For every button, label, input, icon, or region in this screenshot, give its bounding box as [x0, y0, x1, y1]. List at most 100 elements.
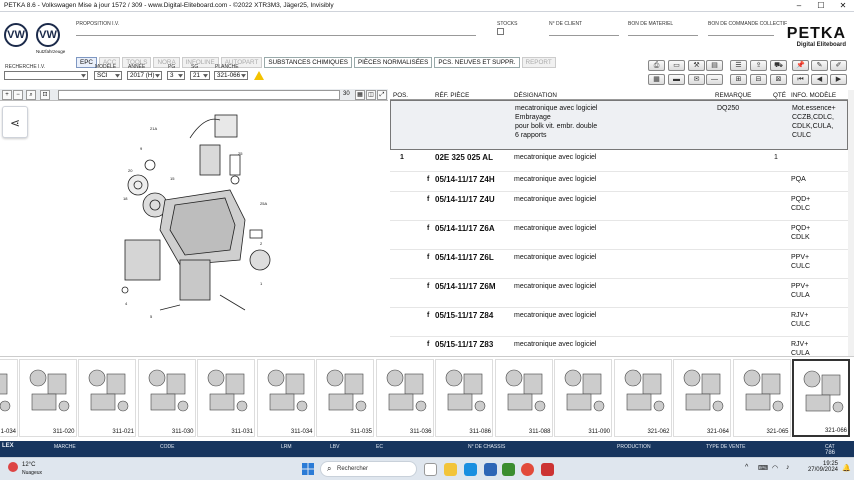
dash-icon[interactable]: —	[706, 74, 723, 85]
image-search-bar[interactable]	[58, 90, 340, 100]
sg-select[interactable]: 21	[190, 71, 210, 80]
thumbnail-311-031[interactable]: 311-031	[197, 359, 255, 437]
volume-icon[interactable]: ♪	[786, 464, 790, 471]
thumbnail-311-090[interactable]: 311-090	[554, 359, 612, 437]
col-designation[interactable]: DÉSIGNATION	[514, 92, 557, 99]
display-icon[interactable]: ▦	[648, 74, 665, 85]
minimize-icon[interactable]: –	[788, 0, 810, 11]
zoom-in-icon[interactable]: +	[2, 90, 12, 100]
table-row[interactable]: 1 02E 325 025 AL mecatronique avec logicie…	[390, 150, 848, 172]
modele-select[interactable]: SCI	[94, 71, 122, 80]
thumbnail-311-086[interactable]: 311-086	[435, 359, 493, 437]
thumbnail-321-066[interactable]: 321-066	[792, 359, 850, 437]
weather-desc[interactable]: Nuageux	[22, 470, 42, 476]
first-page-icon[interactable]: ⏮	[792, 74, 809, 85]
thumbnail-1-034[interactable]: 1-034	[0, 359, 18, 437]
network-icon[interactable]: ⌨	[758, 464, 768, 472]
grid-icon[interactable]: ▦	[355, 90, 365, 100]
table-row[interactable]: mecatronique avec logiciel Embrayage pou…	[390, 100, 848, 150]
stocks-checkbox[interactable]	[497, 28, 504, 35]
share-button[interactable]: ⋖	[2, 106, 28, 138]
file-explorer-icon[interactable]	[444, 463, 457, 476]
tray-chevron-icon[interactable]: ^	[745, 464, 748, 471]
table-scrollbar[interactable]	[848, 90, 854, 356]
proposition-field[interactable]	[76, 28, 476, 36]
recherche-select[interactable]	[4, 71, 88, 80]
col-pos[interactable]: POS.	[393, 92, 408, 99]
svg-text:21A: 21A	[150, 126, 157, 131]
export-icon[interactable]: ⇪	[750, 60, 767, 71]
thumbnail-label: 311-034	[290, 429, 313, 435]
cart-icon[interactable]: ▤	[706, 60, 723, 71]
doc-remove-icon[interactable]: ⊟	[750, 74, 767, 85]
col-remarque[interactable]: REMARQUE	[715, 92, 751, 99]
edge-icon[interactable]	[464, 463, 477, 476]
table-row[interactable]: f 05/14-11/17 Z6M mecatronique avec logici…	[390, 279, 848, 308]
chrome-icon[interactable]	[521, 463, 534, 476]
tools-icon[interactable]: ⚒	[688, 60, 705, 71]
taskview-icon[interactable]	[424, 463, 437, 476]
thumbnail-311-030[interactable]: 311-030	[137, 359, 196, 437]
col-qte[interactable]: QTÉ	[773, 92, 786, 99]
clock[interactable]: 19:25 27/09/2024	[804, 461, 838, 473]
list-icon[interactable]: ☰	[730, 60, 747, 71]
table-row[interactable]: f 05/15-11/17 Z84 mecatronique avec logici…	[390, 308, 848, 337]
thumbnail-311-036[interactable]: 311-036	[375, 359, 434, 437]
tool-icon[interactable]: ✎	[811, 60, 828, 71]
edit-icon[interactable]: ✐	[830, 60, 847, 71]
zoom-out-icon[interactable]: −	[13, 90, 23, 100]
mail-icon[interactable]: ✉	[688, 74, 705, 85]
store-icon[interactable]	[484, 463, 497, 476]
windows-start-icon[interactable]	[302, 463, 314, 475]
close-icon[interactable]: ✕	[832, 0, 854, 11]
expand-icon[interactable]: ⤢	[377, 90, 387, 100]
notification-icon[interactable]: 🔔	[842, 464, 851, 472]
ref-cell: 05/14-11/17 Z6L	[435, 253, 494, 262]
table-row[interactable]: f 05/14-11/17 Z4H mecatronique avec logici…	[390, 172, 848, 192]
split-icon[interactable]: ◫	[366, 90, 376, 100]
designation-cell: mecatronique avec logiciel	[514, 176, 597, 183]
car-icon[interactable]: ▭	[668, 60, 685, 71]
bon-materiel-field[interactable]	[628, 28, 698, 36]
client-field[interactable]	[549, 28, 619, 36]
table-row[interactable]: f 05/14-11/17 Z6A mecatronique avec logici…	[390, 221, 848, 250]
basket-remove-icon[interactable]: ⊠	[770, 74, 787, 85]
weather-icon[interactable]	[8, 462, 18, 472]
col-ref[interactable]: RÉF. PIÈCE	[435, 92, 469, 99]
thumbnail-321-064[interactable]: 321-064	[673, 359, 731, 437]
thumbnail-311-035[interactable]: 311-035	[316, 359, 374, 437]
wifi-icon[interactable]: ◠	[772, 464, 778, 472]
thumbnail-311-088[interactable]: 311-088	[494, 359, 553, 437]
weather-temp[interactable]: 12°C	[22, 462, 35, 468]
zoom-fit-icon[interactable]: ⌕	[26, 90, 36, 100]
warning-icon[interactable]	[254, 71, 264, 80]
parts-table-header: POS. RÉF. PIÈCE DÉSIGNATION REMARQUE QTÉ…	[390, 90, 848, 100]
pin-icon[interactable]: 📌	[792, 60, 809, 71]
thumbnail-321-062[interactable]: 321-062	[613, 359, 672, 437]
zoom-reset-icon[interactable]: ⊡	[40, 90, 50, 100]
pg-select[interactable]: 3	[167, 71, 185, 80]
thumbnail-311-020[interactable]: 311-020	[18, 359, 77, 437]
doc-add-icon[interactable]: ⊞	[730, 74, 747, 85]
planche-select[interactable]: 321-066	[214, 71, 248, 80]
annee-select[interactable]: 2017 (H)	[127, 71, 162, 80]
parts-exploded-diagram[interactable]: 21A 9 20 18 15 25 25A 2 4 5 1	[120, 110, 280, 320]
bon-commande-field[interactable]	[708, 28, 774, 36]
petka-taskbar-icon[interactable]	[541, 463, 554, 476]
thumbnail-321-065[interactable]: 321-065	[732, 359, 791, 437]
basket-icon[interactable]: ⛟	[770, 60, 787, 71]
xbox-icon[interactable]	[502, 463, 515, 476]
col-info[interactable]: INFO. MODÈLE	[791, 92, 836, 99]
prev-page-icon[interactable]: ◀	[811, 74, 828, 85]
table-row[interactable]: f 05/14-11/17 Z6L mecatronique avec logici…	[390, 250, 848, 279]
table-row[interactable]: f 05/15-11/17 Z83 mecatronique avec logici…	[390, 337, 848, 356]
maximize-icon[interactable]: ☐	[810, 0, 832, 11]
thumbnail-311-034[interactable]: 311-034	[256, 359, 315, 437]
taskbar-search[interactable]: ⌕ Rechercher	[320, 461, 417, 477]
print-icon[interactable]: ⎙	[648, 60, 665, 71]
slip-icon[interactable]: ▬	[668, 74, 685, 85]
table-row[interactable]: f 05/14-11/17 Z4U mecatronique avec logici…	[390, 192, 848, 221]
thumbnail-label: 321-064	[706, 429, 729, 435]
thumbnail-311-021[interactable]: 311-021	[78, 359, 136, 437]
next-page-icon[interactable]: ▶	[830, 74, 847, 85]
